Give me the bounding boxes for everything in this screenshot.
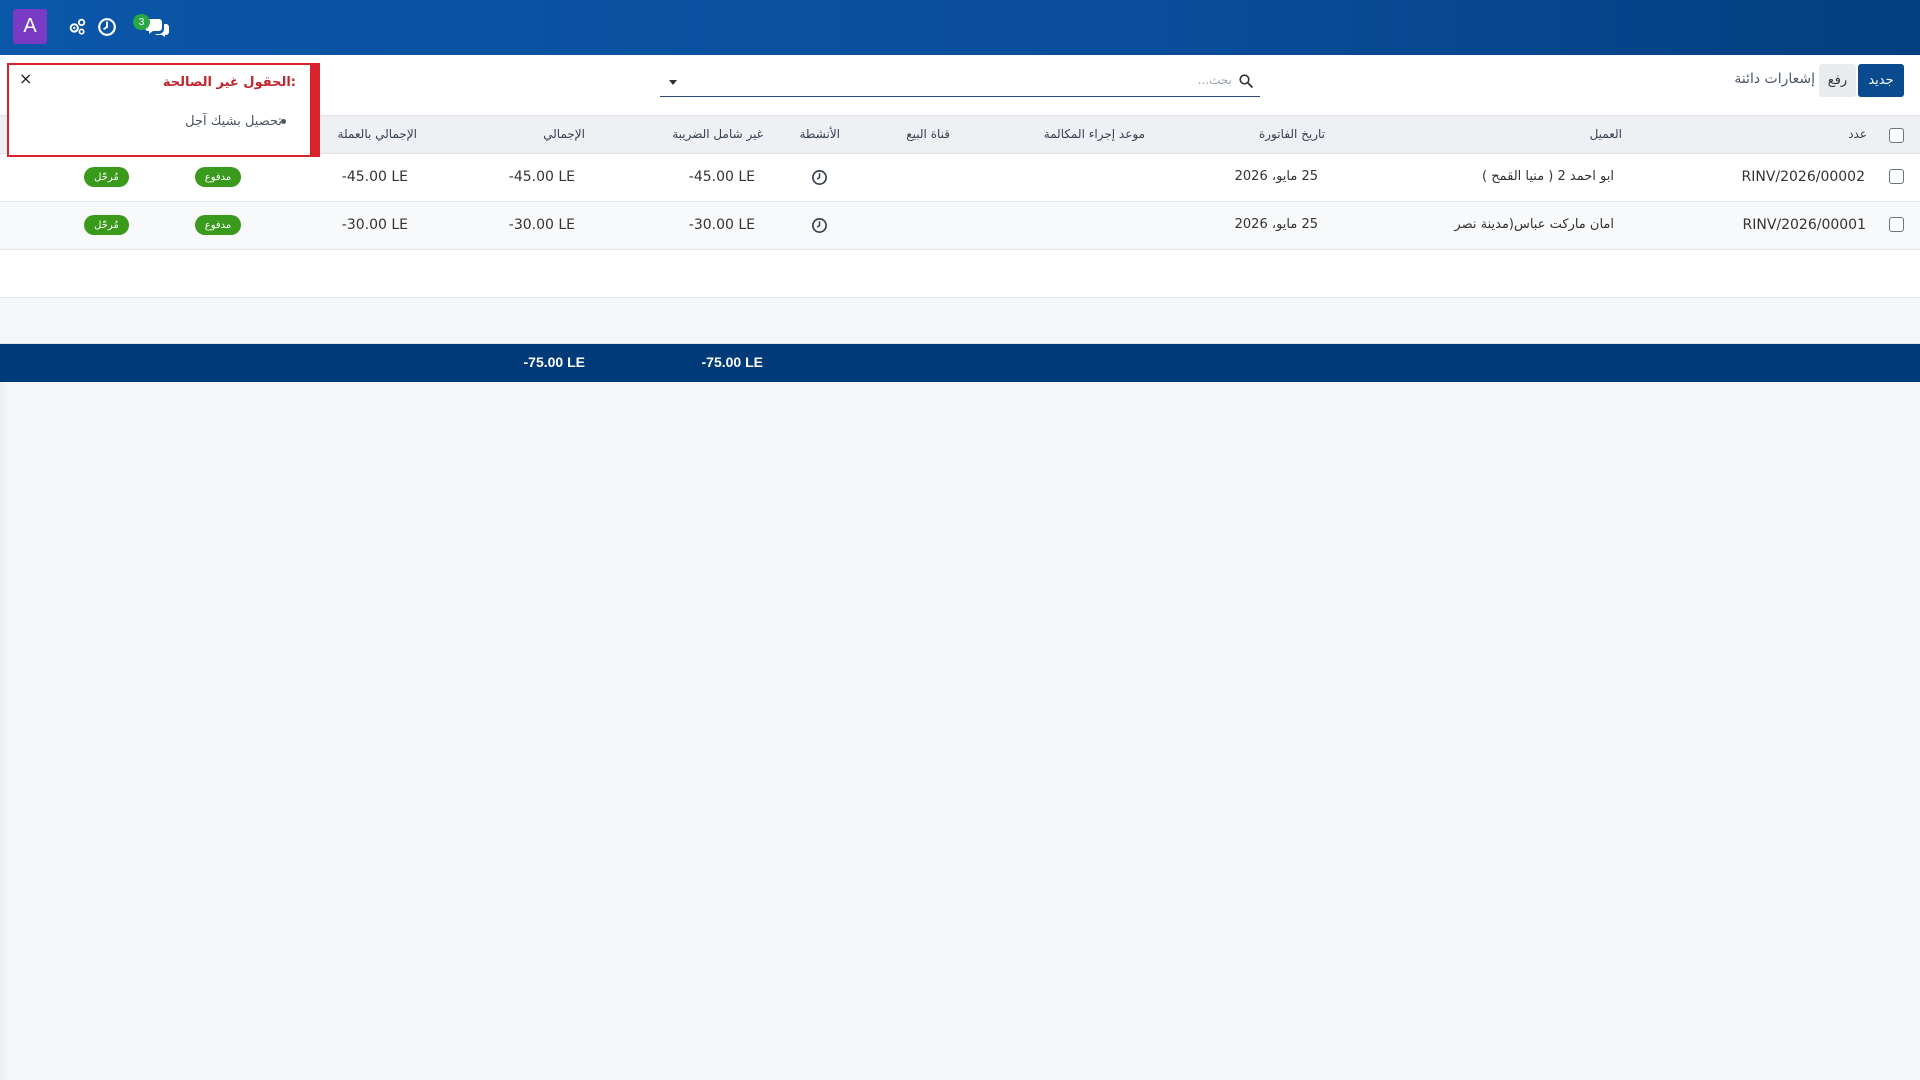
- table-row[interactable]: RINV/2026/00001 امان ماركت عباس(مدينة نص…: [0, 202, 1920, 250]
- row-untaxed: -45.00 LE: [688, 169, 755, 185]
- header-total[interactable]: الإجمالي: [543, 127, 585, 141]
- total-total: -75.00 LE: [523, 354, 585, 370]
- row-untaxed: -30.00 LE: [688, 217, 755, 233]
- top-navbar: A 3: [0, 0, 1920, 55]
- user-avatar[interactable]: A: [13, 9, 47, 44]
- empty-row: [0, 250, 1920, 298]
- row-invoice-date: 25 مايو، 2026: [1234, 169, 1318, 184]
- header-sales-channel[interactable]: قناة البيع: [906, 127, 950, 141]
- new-button[interactable]: جديد: [1858, 64, 1904, 97]
- header-call-date[interactable]: موعد إجراء المكالمة: [1044, 127, 1145, 141]
- payment-status-badge: مدفوع: [195, 167, 241, 187]
- clock-icon[interactable]: [811, 217, 828, 234]
- row-customer: امان ماركت عباس(مدينة نصر: [1454, 217, 1614, 232]
- row-total-currency: -45.00 LE: [341, 169, 408, 185]
- state-badge: مُرحّل: [84, 215, 129, 235]
- row-checkbox[interactable]: [1889, 169, 1904, 184]
- row-number: RINV/2026/00002: [1741, 169, 1865, 185]
- totals-footer: -75.00 LE -75.00 LE: [0, 344, 1920, 382]
- close-icon[interactable]: ×: [19, 69, 32, 88]
- row-customer: ابو احمد 2 ( منيا القمح ): [1482, 169, 1614, 184]
- notification-title: الحقول غير الصالحة:: [162, 75, 296, 90]
- row-number: RINV/2026/00001: [1742, 217, 1866, 233]
- header-untaxed[interactable]: غير شامل الضريبة: [672, 127, 763, 141]
- payment-status-badge: مدفوع: [195, 215, 241, 235]
- state-badge: مُرحّل: [84, 167, 129, 187]
- chevron-down-icon[interactable]: [666, 74, 680, 88]
- header-activities[interactable]: الأنشطة: [800, 127, 841, 141]
- upload-button[interactable]: رفع: [1819, 64, 1856, 97]
- empty-row: [0, 298, 1920, 344]
- table-row[interactable]: RINV/2026/00002 ابو احمد 2 ( منيا القمح …: [0, 154, 1920, 202]
- total-untaxed: -75.00 LE: [701, 354, 763, 370]
- search-input[interactable]: [686, 68, 1232, 92]
- select-all-checkbox[interactable]: [1889, 128, 1904, 143]
- breadcrumb[interactable]: إشعارات دائنة: [1700, 71, 1815, 93]
- error-notification: × الحقول غير الصالحة: تحصيل بشيك آجل: [7, 63, 320, 157]
- row-total-currency: -30.00 LE: [341, 217, 408, 233]
- settings-icon[interactable]: [66, 16, 88, 38]
- clock-icon[interactable]: [811, 169, 828, 186]
- chat-badge: 3: [133, 14, 150, 30]
- notification-item: تحصيل بشيك آجل: [185, 114, 282, 129]
- header-invoice-date[interactable]: تاريخ الفاتورة: [1259, 127, 1325, 141]
- row-total: -30.00 LE: [508, 217, 575, 233]
- clock-icon[interactable]: [96, 16, 118, 38]
- row-checkbox[interactable]: [1889, 217, 1904, 232]
- search-icon[interactable]: [1238, 73, 1254, 89]
- header-customer[interactable]: العميل: [1590, 127, 1622, 141]
- row-invoice-date: 25 مايو، 2026: [1234, 217, 1318, 232]
- header-number[interactable]: عدد: [1848, 127, 1867, 141]
- row-total: -45.00 LE: [508, 169, 575, 185]
- left-shade: [0, 382, 8, 1080]
- header-total-currency[interactable]: الإجمالي بالعملة: [338, 127, 417, 141]
- search-box: [660, 65, 1260, 97]
